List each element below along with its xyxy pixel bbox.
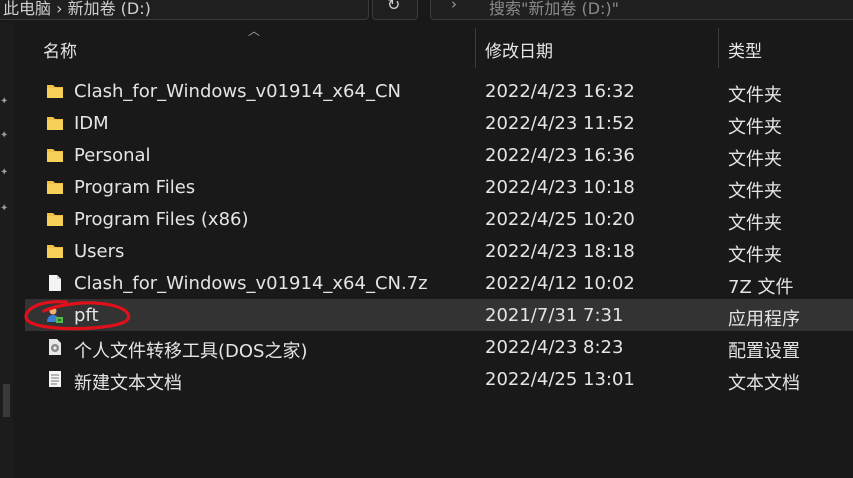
file-row[interactable]: Program Files 2022/4/23 10:18 文件夹 bbox=[25, 171, 853, 203]
pin-icon[interactable]: ✦ bbox=[0, 204, 8, 214]
file-date: 2022/4/23 18:18 bbox=[485, 241, 635, 262]
file-type: 文件夹 bbox=[728, 85, 782, 106]
application-icon bbox=[47, 307, 63, 323]
chevron-right-icon: › bbox=[451, 0, 457, 13]
file-date: 2021/7/31 7:31 bbox=[485, 305, 624, 326]
navigation-pane: ✦ ✦ ✦ ✦ bbox=[0, 22, 13, 478]
sort-ascending-icon: ︿ bbox=[248, 24, 261, 38]
navigation-scrollbar[interactable] bbox=[3, 384, 10, 417]
file-row[interactable]: 新建文本文档 2022/4/25 13:01 文本文档 bbox=[25, 363, 853, 395]
file-type: 文件夹 bbox=[728, 117, 782, 138]
file-name: pft bbox=[74, 305, 99, 326]
file-name: Clash_for_Windows_v01914_x64_CN bbox=[74, 81, 401, 102]
file-type: 7Z 文件 bbox=[728, 277, 794, 298]
file-row[interactable]: Clash_for_Windows_v01914_x64_CN.7z 2022/… bbox=[25, 267, 853, 299]
file-type: 文件夹 bbox=[728, 213, 782, 234]
search-box[interactable]: › 搜索"新加卷 (D:)" bbox=[430, 0, 853, 20]
column-divider[interactable] bbox=[475, 28, 476, 68]
folder-icon bbox=[47, 245, 63, 258]
file-row-selected[interactable]: pft 2021/7/31 7:31 应用程序 bbox=[25, 299, 853, 331]
file-row[interactable]: Users 2022/4/23 18:18 文件夹 bbox=[25, 235, 853, 267]
file-name: 新建文本文档 bbox=[74, 373, 182, 394]
settings-file-icon bbox=[49, 339, 61, 355]
file-name: Program Files bbox=[74, 177, 196, 198]
file-name: Clash_for_Windows_v01914_x64_CN.7z bbox=[74, 273, 428, 294]
file-name: 个人文件转移工具(DOS之家) bbox=[74, 341, 308, 362]
file-row[interactable]: Personal 2022/4/23 16:36 文件夹 bbox=[25, 139, 853, 171]
file-date: 2022/4/23 16:36 bbox=[485, 145, 635, 166]
column-divider[interactable] bbox=[718, 28, 719, 68]
file-row[interactable]: IDM 2022/4/23 11:52 文件夹 bbox=[25, 107, 853, 139]
file-date: 2022/4/12 10:02 bbox=[485, 273, 635, 294]
file-row[interactable]: Clash_for_Windows_v01914_x64_CN 2022/4/2… bbox=[25, 75, 853, 107]
folder-icon bbox=[47, 181, 63, 194]
file-name: Personal bbox=[74, 145, 151, 166]
column-header-name[interactable]: 名称 bbox=[43, 37, 77, 62]
file-type: 文件夹 bbox=[728, 149, 782, 170]
file-name: Program Files (x86) bbox=[74, 209, 249, 230]
file-date: 2022/4/23 8:23 bbox=[485, 337, 624, 358]
pin-icon[interactable]: ✦ bbox=[0, 97, 8, 107]
file-name: Users bbox=[74, 241, 125, 262]
file-type: 配置设置 bbox=[728, 341, 800, 362]
refresh-icon: ↻ bbox=[387, 0, 401, 14]
file-date: 2022/4/25 10:20 bbox=[485, 209, 635, 230]
search-placeholder: 搜索"新加卷 (D:)" bbox=[489, 0, 620, 18]
address-text: 此电脑 › 新加卷 (D:) bbox=[3, 0, 151, 18]
file-date: 2022/4/23 10:18 bbox=[485, 177, 635, 198]
pin-icon[interactable]: ✦ bbox=[0, 168, 8, 178]
file-type: 文件夹 bbox=[728, 245, 782, 266]
file-row[interactable]: Program Files (x86) 2022/4/25 10:20 文件夹 bbox=[25, 203, 853, 235]
folder-icon bbox=[47, 149, 63, 162]
file-type: 文本文档 bbox=[728, 373, 800, 394]
folder-icon bbox=[47, 213, 63, 226]
column-header-type[interactable]: 类型 bbox=[728, 37, 762, 62]
address-bar[interactable]: 此电脑 › 新加卷 (D:) bbox=[0, 0, 369, 20]
file-date: 2022/4/23 11:52 bbox=[485, 113, 635, 134]
pin-icon[interactable]: ✦ bbox=[0, 131, 8, 141]
file-type: 文件夹 bbox=[728, 181, 782, 202]
toolbar: 此电脑 › 新加卷 (D:) ↻ › 搜索"新加卷 (D:)" bbox=[0, 0, 853, 22]
text-document-icon bbox=[49, 371, 61, 387]
folder-icon bbox=[47, 117, 63, 130]
file-row[interactable]: 个人文件转移工具(DOS之家) 2022/4/23 8:23 配置设置 bbox=[25, 331, 853, 363]
file-date: 2022/4/25 13:01 bbox=[485, 369, 635, 390]
column-header-date[interactable]: 修改日期 bbox=[485, 37, 553, 62]
folder-icon bbox=[47, 85, 63, 98]
file-name: IDM bbox=[74, 113, 109, 134]
file-type: 应用程序 bbox=[728, 309, 800, 330]
file-date: 2022/4/23 16:32 bbox=[485, 81, 635, 102]
file-icon bbox=[49, 275, 61, 291]
refresh-button[interactable]: ↻ bbox=[372, 0, 418, 20]
